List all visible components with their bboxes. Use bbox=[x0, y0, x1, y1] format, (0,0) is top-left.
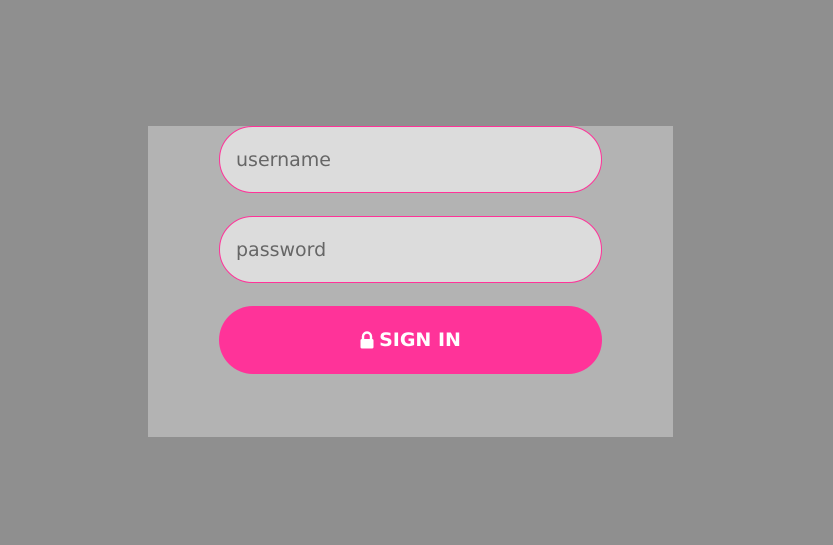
password-input[interactable] bbox=[219, 216, 602, 283]
username-input[interactable] bbox=[219, 126, 602, 193]
login-panel: SIGN IN bbox=[148, 126, 673, 437]
lock-icon bbox=[360, 331, 374, 349]
sign-in-button[interactable]: SIGN IN bbox=[219, 306, 602, 374]
sign-in-label: SIGN IN bbox=[379, 329, 461, 351]
